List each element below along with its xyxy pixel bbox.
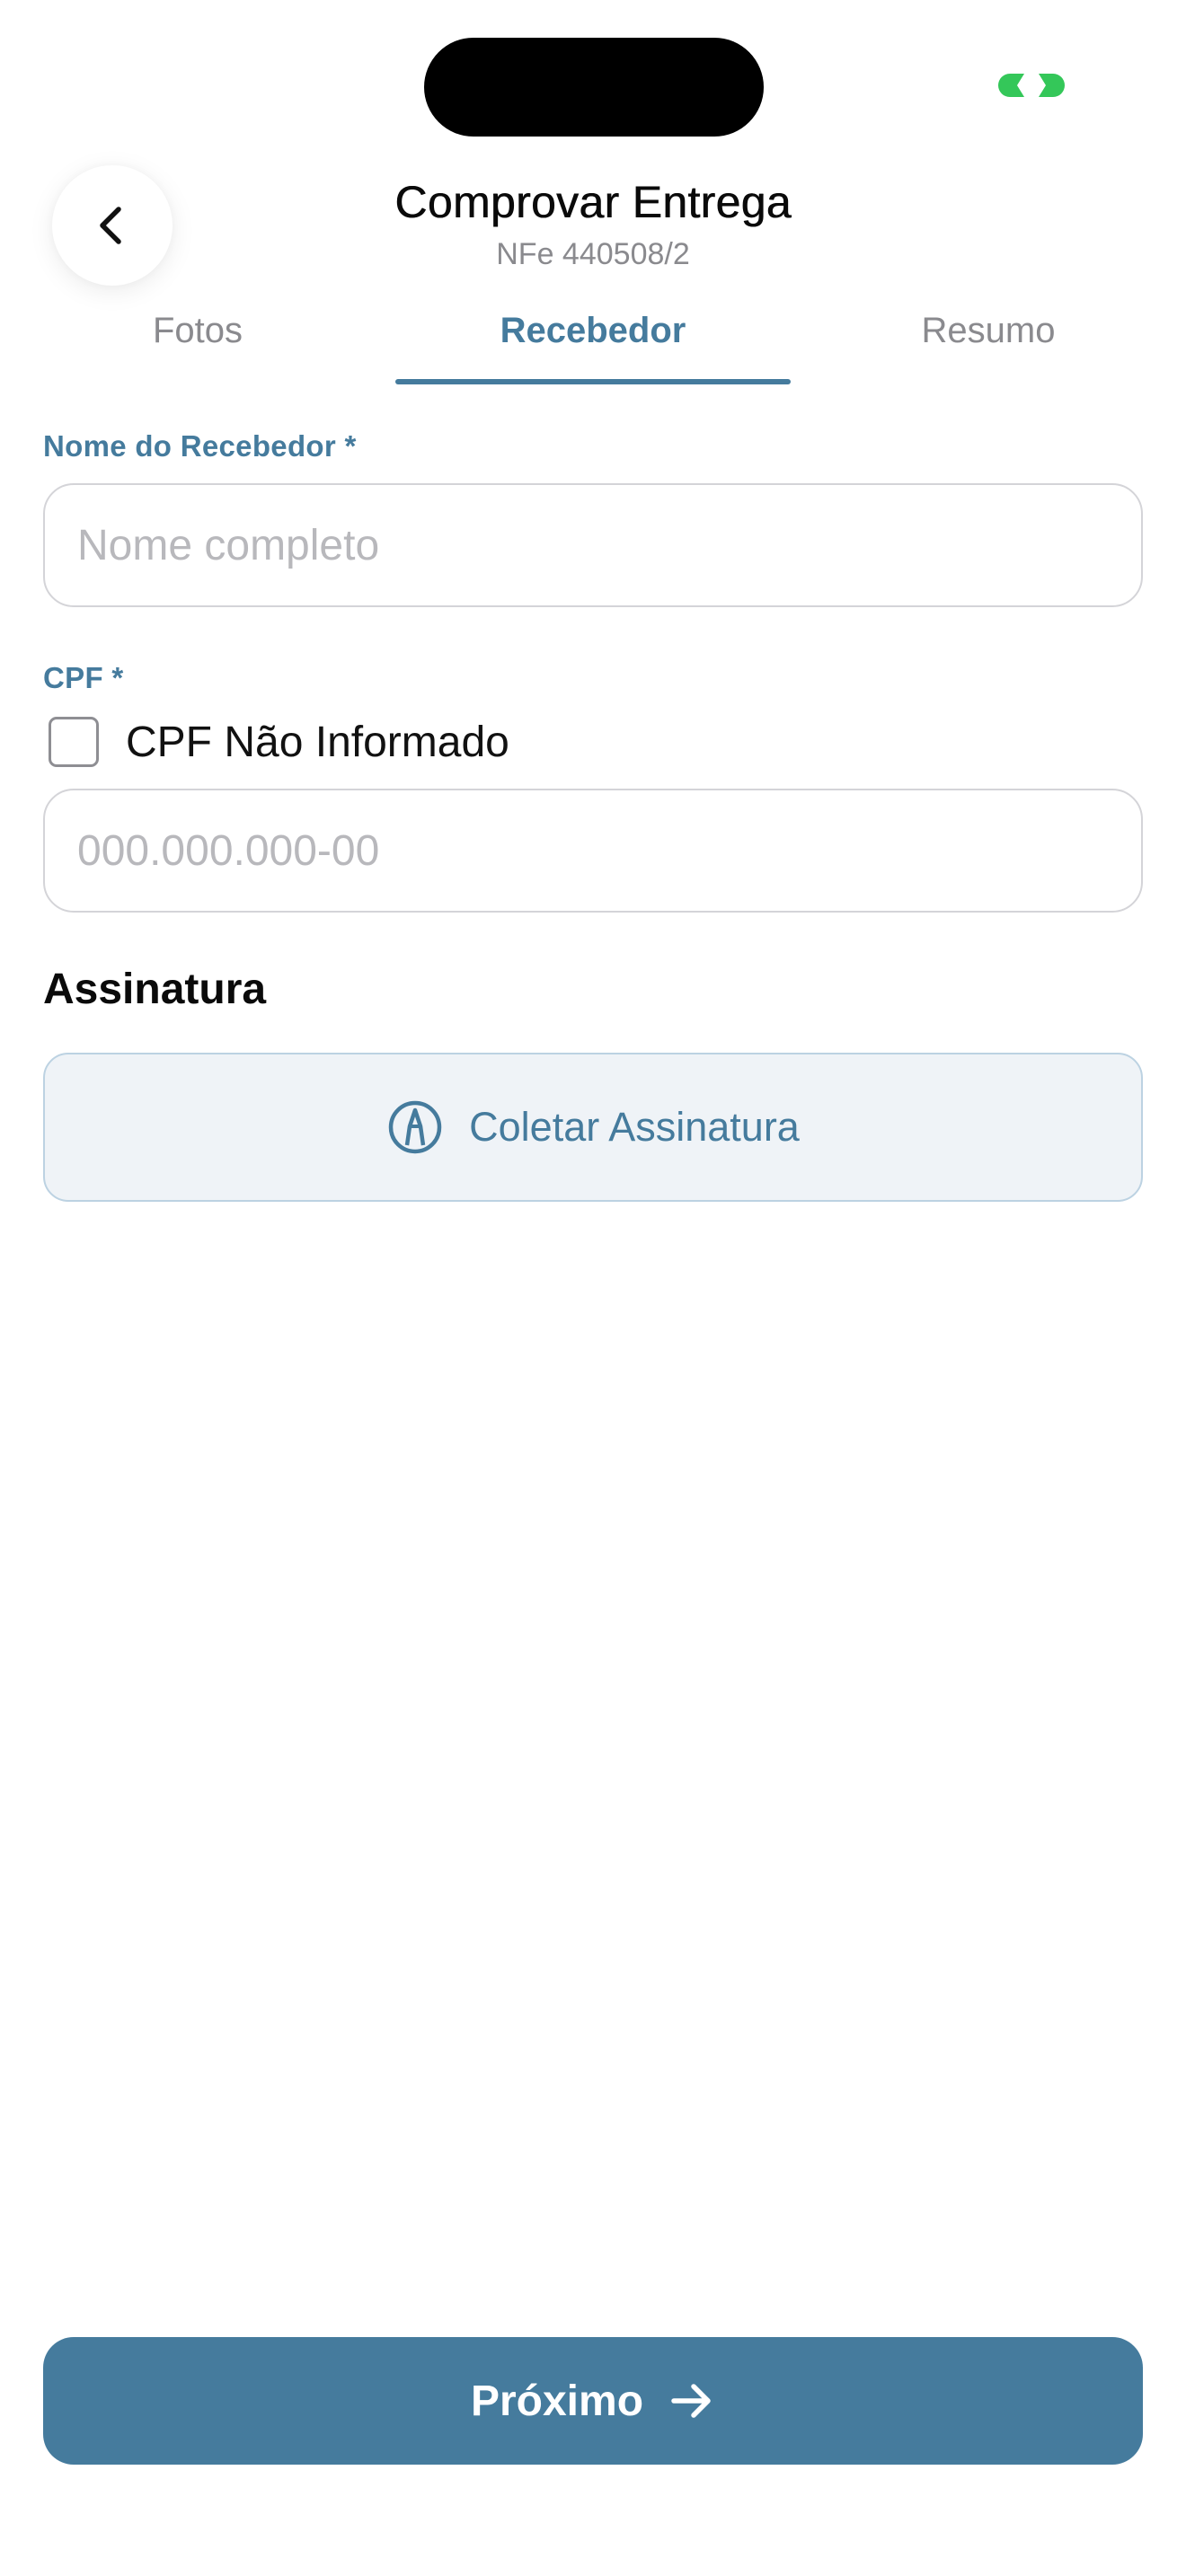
- tab-resumo[interactable]: Resumo: [791, 305, 1186, 386]
- screen: Comprovar Entrega NFe 440508/2 Fotos Rec…: [0, 0, 1186, 2576]
- link-icon: [998, 74, 1065, 97]
- collect-signature-button[interactable]: Coletar Assinatura: [43, 1053, 1143, 1202]
- name-label: Nome do Recebedor *: [43, 429, 357, 463]
- pen-tip-icon: [388, 1100, 442, 1154]
- arrow-right-icon: [671, 2384, 711, 2418]
- cpf-not-informed-checkbox[interactable]: CPF Não Informado: [49, 717, 509, 767]
- page-title: Comprovar Entrega: [394, 177, 792, 227]
- next-button-label: Próximo: [470, 2377, 644, 2425]
- collect-signature-label: Coletar Assinatura: [469, 1104, 800, 1150]
- next-button[interactable]: Próximo: [43, 2337, 1143, 2465]
- dynamic-island: [424, 38, 764, 137]
- active-tab-indicator: [395, 379, 791, 384]
- name-input[interactable]: [43, 483, 1143, 607]
- step-tabs: Fotos Recebedor Resumo: [0, 305, 1186, 386]
- cpf-input[interactable]: [43, 789, 1143, 913]
- cpf-not-informed-label: CPF Não Informado: [126, 718, 509, 766]
- cpf-label: CPF *: [43, 661, 124, 694]
- page-subtitle: NFe 440508/2: [496, 237, 690, 271]
- checkbox-box[interactable]: [49, 717, 99, 767]
- signature-section-title: Assinatura: [43, 966, 267, 1013]
- tab-fotos[interactable]: Fotos: [0, 305, 395, 386]
- tab-recebedor[interactable]: Recebedor: [395, 305, 791, 386]
